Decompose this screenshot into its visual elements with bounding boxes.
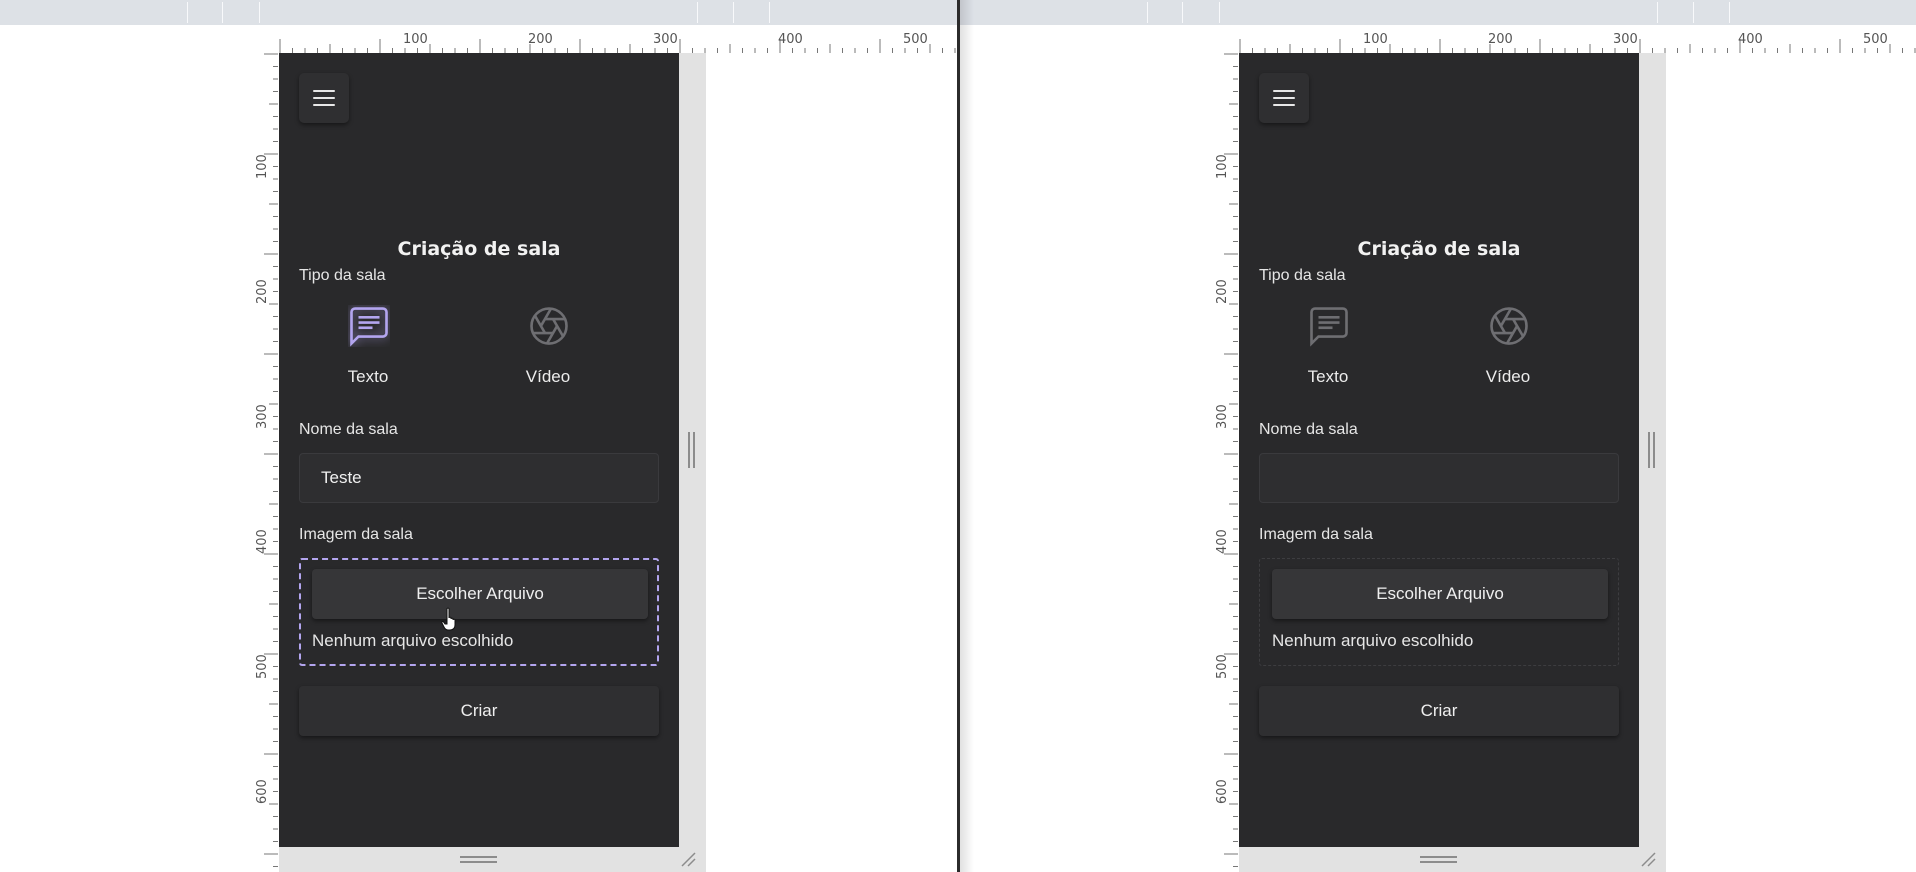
file-status-text: Nenhum arquivo escolhido xyxy=(312,631,514,650)
room-name-input[interactable] xyxy=(299,453,659,503)
room-type-label: Tipo da sala xyxy=(299,267,386,284)
ruler-label: 100 xyxy=(1363,32,1388,47)
ruler-label: 200 xyxy=(528,32,553,47)
right-emulator-pane: 100 200 300 400 500 100 200 300 400 500 … xyxy=(960,0,1916,872)
ruler-label: 500 xyxy=(255,654,270,679)
room-name-label: Nome da sala xyxy=(299,421,398,438)
ruler-label: 500 xyxy=(1863,32,1888,47)
toolbar-divider xyxy=(222,2,223,23)
create-button[interactable]: Criar xyxy=(1259,686,1619,736)
room-image-dropzone[interactable]: Escolher Arquivo Nenhum arquivo escolhid… xyxy=(299,558,659,666)
hamburger-icon xyxy=(313,97,335,99)
ruler-label: 400 xyxy=(1215,529,1230,554)
top-toolbar xyxy=(960,0,1916,25)
toolbar-divider xyxy=(1729,2,1730,23)
hamburger-icon xyxy=(1273,90,1295,92)
resize-corner-icon[interactable] xyxy=(680,851,696,867)
camera-aperture-icon xyxy=(1490,307,1528,345)
ruler-label: 200 xyxy=(1215,279,1230,304)
choose-file-button[interactable]: Escolher Arquivo xyxy=(1272,569,1608,619)
top-toolbar xyxy=(0,0,957,25)
toolbar-divider xyxy=(259,2,260,23)
page-title: Criação de sala xyxy=(1357,238,1521,260)
vertical-resize-bar[interactable] xyxy=(1639,53,1666,872)
ruler-label: 300 xyxy=(1613,32,1638,47)
ruler-label: 100 xyxy=(403,32,428,47)
room-image-label: Imagem da sala xyxy=(1259,526,1373,543)
ruler-label: 500 xyxy=(903,32,928,47)
ruler-label: 200 xyxy=(1488,32,1513,47)
menu-button[interactable] xyxy=(1259,73,1309,123)
horizontal-resize-bar[interactable] xyxy=(1239,847,1666,872)
ruler-label: 300 xyxy=(255,404,270,429)
choose-file-button[interactable]: Escolher Arquivo xyxy=(312,569,648,619)
page-title: Criação de sala xyxy=(397,238,561,260)
toolbar-divider xyxy=(187,2,188,23)
room-image-label: Imagem da sala xyxy=(299,526,413,543)
hamburger-icon xyxy=(313,90,335,92)
toolbar-divider xyxy=(1657,2,1658,23)
resize-corner-icon[interactable] xyxy=(1640,851,1656,867)
ruler-vertical: 100 200 300 400 500 600 xyxy=(250,53,278,872)
file-status-text: Nenhum arquivo escolhido xyxy=(1272,631,1474,650)
hand-pointer-icon xyxy=(441,607,456,631)
toolbar-divider xyxy=(1219,2,1220,23)
hamburger-icon xyxy=(1273,97,1295,99)
drag-handle-icon[interactable] xyxy=(1420,856,1457,863)
ruler-label: 500 xyxy=(1215,654,1230,679)
room-type-text-label: Texto xyxy=(347,367,389,386)
toolbar-divider xyxy=(1693,2,1694,23)
horizontal-resize-bar[interactable] xyxy=(279,847,706,872)
ruler-label: 100 xyxy=(255,154,270,179)
hamburger-icon xyxy=(313,104,335,106)
room-type-text-option[interactable]: Texto xyxy=(1268,305,1388,395)
camera-aperture-icon xyxy=(530,307,568,345)
hamburger-icon xyxy=(1273,104,1295,106)
room-name-label: Nome da sala xyxy=(1259,421,1358,438)
room-type-label: Tipo da sala xyxy=(1259,267,1346,284)
room-type-video-option[interactable]: Vídeo xyxy=(1448,305,1568,395)
toolbar-divider xyxy=(769,2,770,23)
ruler-horizontal: 100 200 300 400 500 xyxy=(960,25,1916,53)
drag-handle-icon[interactable] xyxy=(687,432,696,468)
ruler-label: 300 xyxy=(1215,404,1230,429)
toolbar-divider xyxy=(1182,2,1183,23)
toolbar-divider xyxy=(733,2,734,23)
room-type-text-option[interactable]: Texto xyxy=(308,305,428,395)
app-viewport: Criação de sala Tipo da sala Texto Vídeo xyxy=(279,53,679,847)
toolbar-divider xyxy=(697,2,698,23)
ruler-label: 100 xyxy=(1215,154,1230,179)
ruler-label: 300 xyxy=(653,32,678,47)
toolbar-divider xyxy=(1147,2,1148,23)
room-type-text-label: Texto xyxy=(1307,367,1349,386)
ruler-vertical: 100 200 300 400 500 600 xyxy=(1210,53,1238,872)
ruler-label: 200 xyxy=(255,279,270,304)
chat-icon xyxy=(1310,307,1348,347)
ruler-label: 600 xyxy=(255,779,270,804)
create-button[interactable]: Criar xyxy=(299,686,659,736)
ruler-label: 400 xyxy=(255,529,270,554)
ruler-horizontal: 100 200 300 400 500 xyxy=(0,25,957,53)
chat-icon xyxy=(350,307,388,347)
menu-button[interactable] xyxy=(299,73,349,123)
room-name-input[interactable] xyxy=(1259,453,1619,503)
room-type-video-option[interactable]: Vídeo xyxy=(488,305,608,395)
vertical-resize-bar[interactable] xyxy=(679,53,706,872)
room-type-video-label: Vídeo xyxy=(525,367,571,386)
app-viewport: Criação de sala Tipo da sala Texto Vídeo xyxy=(1239,53,1639,847)
ruler-label: 400 xyxy=(1738,32,1763,47)
room-type-video-label: Vídeo xyxy=(1485,367,1531,386)
room-image-dropzone[interactable]: Escolher Arquivo Nenhum arquivo escolhid… xyxy=(1259,558,1619,666)
drag-handle-icon[interactable] xyxy=(460,856,497,863)
left-emulator-pane: 100 200 300 400 500 100 200 300 400 500 … xyxy=(0,0,957,872)
drag-handle-icon[interactable] xyxy=(1647,432,1656,468)
ruler-label: 400 xyxy=(778,32,803,47)
ruler-label: 600 xyxy=(1215,779,1230,804)
